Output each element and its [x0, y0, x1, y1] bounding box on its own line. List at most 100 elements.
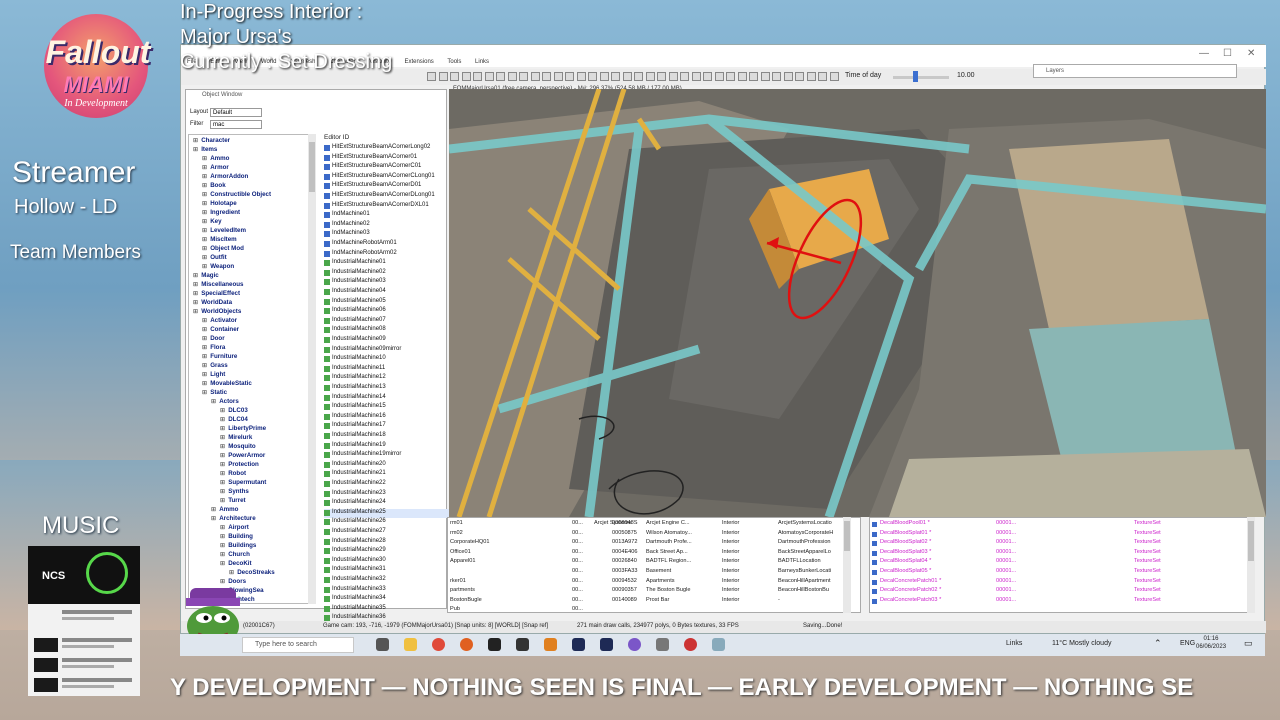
toolbar-button[interactable] — [737, 72, 747, 81]
editor-id-row[interactable]: IndustrialMachine08 — [324, 326, 450, 336]
reference-row[interactable]: DecalBloodPool01 * 00001... TextureSet — [870, 520, 1254, 530]
editor-id-row[interactable]: IndustrialMachine16 — [324, 413, 450, 423]
notification-icon[interactable]: ▭ — [1244, 638, 1253, 649]
tree-item[interactable]: Miscellaneous — [193, 281, 243, 289]
creation-kit-icon[interactable] — [656, 638, 669, 651]
tree-item[interactable]: Door — [202, 335, 224, 343]
editor-id-row[interactable]: IndustrialMachine03 — [324, 278, 450, 288]
tree-item[interactable]: Armor — [202, 164, 229, 172]
obs-icon[interactable] — [684, 638, 697, 651]
layout-select[interactable]: Default — [210, 108, 262, 117]
cell-row[interactable]: CorporateHQ01 00... 0013A972 Dartmouth Prof… — [448, 539, 860, 549]
toolbar-button[interactable] — [760, 72, 770, 81]
file-explorer-icon[interactable] — [404, 638, 417, 651]
menu-tools[interactable]: Tools — [447, 59, 461, 65]
tree-item[interactable]: SpecialEffect — [193, 290, 240, 298]
tree-item[interactable]: Ammo — [202, 155, 229, 163]
weather-widget[interactable]: 11°C Mostly cloudy — [1052, 640, 1111, 647]
editor-id-row[interactable]: IndustrialMachine20 — [324, 461, 450, 471]
tree-item[interactable]: DLC04 — [220, 416, 248, 424]
toolbar-button[interactable] — [588, 72, 597, 81]
app-icon[interactable] — [628, 638, 641, 651]
minimize-icon[interactable]: — — [1199, 48, 1209, 59]
tree-item[interactable]: Magic — [193, 272, 219, 280]
links-toolbar[interactable]: Links — [1006, 640, 1022, 647]
cell-row[interactable]: rm01 00... Arcjet Systems 0008048S Arcjet En… — [448, 520, 860, 530]
editor-id-row[interactable]: IndustrialMachine33 — [324, 586, 450, 596]
editor-id-row[interactable]: HitExtStructureBeamACornerDLong01 — [324, 192, 450, 202]
editor-id-row[interactable]: HitExtStructureBeamACorner01 — [324, 154, 450, 164]
editor-id-row[interactable]: IndustrialMachine17 — [324, 422, 450, 432]
tree-item[interactable]: MiscItem — [202, 236, 236, 244]
editor-id-row[interactable]: IndustrialMachine10 — [324, 355, 450, 365]
reference-row[interactable]: DecalConcretePatch01 * 00001... TextureSet — [870, 578, 1254, 588]
time-of-day-thumb[interactable] — [913, 71, 919, 82]
app-icon[interactable] — [712, 638, 725, 651]
toolbar-button[interactable] — [795, 72, 804, 81]
editor-id-row[interactable]: IndustrialMachine19mirror — [324, 451, 450, 461]
editor-id-row[interactable]: IndustrialMachine05 — [324, 298, 450, 308]
editor-id-row[interactable]: IndustrialMachine19 — [324, 442, 450, 452]
toolbar-button[interactable] — [818, 72, 827, 81]
tree-scrollbar[interactable] — [308, 134, 316, 604]
editor-id-row[interactable]: IndustrialMachine14 — [324, 394, 450, 404]
tree-item[interactable]: Constructible Object — [202, 191, 271, 199]
tree-item[interactable]: Mirelurk — [220, 434, 252, 442]
tree-item[interactable]: Holotape — [202, 200, 236, 208]
toolbar-button[interactable] — [553, 72, 563, 81]
toolbar-button[interactable] — [461, 72, 471, 81]
reference-row[interactable]: DecalBloodSplat02 * 00001... TextureSet — [870, 539, 1254, 549]
reference-row[interactable]: DecalConcretePatch03 * 00001... TextureSet — [870, 597, 1254, 607]
tree-item[interactable]: Object Mod — [202, 245, 244, 253]
editor-id-row[interactable]: IndustrialMachine09mirror — [324, 346, 450, 356]
tree-item[interactable]: Building — [220, 533, 253, 541]
editor-id-row[interactable]: IndustrialMachine32 — [324, 576, 450, 586]
cell-row[interactable]: Pub 00... — [448, 606, 860, 612]
toolbar-button[interactable] — [691, 72, 701, 81]
editor-id-row[interactable]: IndustrialMachine21 — [324, 470, 450, 480]
editor-id-row[interactable]: IndustrialMachine09 — [324, 336, 450, 346]
taskbar-search[interactable]: Type here to search — [242, 637, 354, 653]
editor-id-row[interactable]: IndustrialMachine22 — [324, 480, 450, 490]
reference-row[interactable]: DecalBloodSplat01 * 00001... TextureSet — [870, 530, 1254, 540]
toolbar-button[interactable] — [657, 72, 666, 81]
tree-item[interactable]: Furniture — [202, 353, 237, 361]
toolbar-button[interactable] — [645, 72, 655, 81]
editor-id-row[interactable]: IndustrialMachine15 — [324, 403, 450, 413]
editor-id-row[interactable]: IndustrialMachine25 — [324, 508, 450, 519]
tree-item[interactable]: Book — [202, 182, 225, 190]
tree-item[interactable]: Doors — [220, 578, 246, 586]
tree-item[interactable]: Architecture — [211, 515, 255, 523]
editor-id-row[interactable]: IndustrialMachine28 — [324, 538, 450, 548]
toolbar-button[interactable] — [611, 72, 620, 81]
toolbar-button[interactable] — [829, 72, 839, 81]
editor-id-row[interactable]: IndustrialMachine02 — [324, 269, 450, 279]
tree-item[interactable]: Ammo — [211, 506, 238, 514]
toolbar-button[interactable] — [806, 72, 816, 81]
tree-item[interactable]: Protection — [220, 461, 259, 469]
toolbar-button[interactable] — [668, 72, 678, 81]
editor-id-row[interactable]: IndMachineRobotArm01 — [324, 240, 450, 250]
chrome-icon[interactable] — [432, 638, 445, 651]
tree-item[interactable]: LeveledItem — [202, 227, 246, 235]
editor-id-row[interactable]: IndustrialMachine11 — [324, 365, 450, 375]
editor-id-row[interactable]: IndustrialMachine12 — [324, 374, 450, 384]
editor-id-row[interactable]: IndustrialMachine07 — [324, 317, 450, 327]
tree-item[interactable]: WorldObjects — [193, 308, 241, 316]
toolbar-button[interactable] — [530, 72, 540, 81]
editor-id-row[interactable]: IndustrialMachine18 — [324, 432, 450, 442]
app-icon[interactable] — [544, 638, 557, 651]
tree-item[interactable]: Robot — [220, 470, 246, 478]
tree-item[interactable]: PowerArmor — [220, 452, 265, 460]
editor-id-row[interactable]: HitExtStructureBeamACornerC01 — [324, 163, 450, 173]
editor-id-row[interactable]: IndMachine03 — [324, 230, 450, 240]
reference-row[interactable]: DecalBloodSplat03 * 00001... TextureSet — [870, 549, 1254, 559]
editor-id-row[interactable]: IndMachine02 — [324, 221, 450, 231]
filter-input[interactable]: mac — [210, 120, 262, 129]
toolbar-button[interactable] — [680, 72, 689, 81]
editor-id-row[interactable]: IndustrialMachine27 — [324, 528, 450, 538]
cell-row[interactable]: Apparel01 00... 00026840 BADTFL Region... In… — [448, 558, 860, 568]
cell-row[interactable]: rker01 00... 00094532 Apartments Interior Bea… — [448, 578, 860, 588]
tree-item[interactable]: WorldData — [193, 299, 232, 307]
reference-row[interactable]: DecalBloodSplat04 * 00001... TextureSet — [870, 558, 1254, 568]
